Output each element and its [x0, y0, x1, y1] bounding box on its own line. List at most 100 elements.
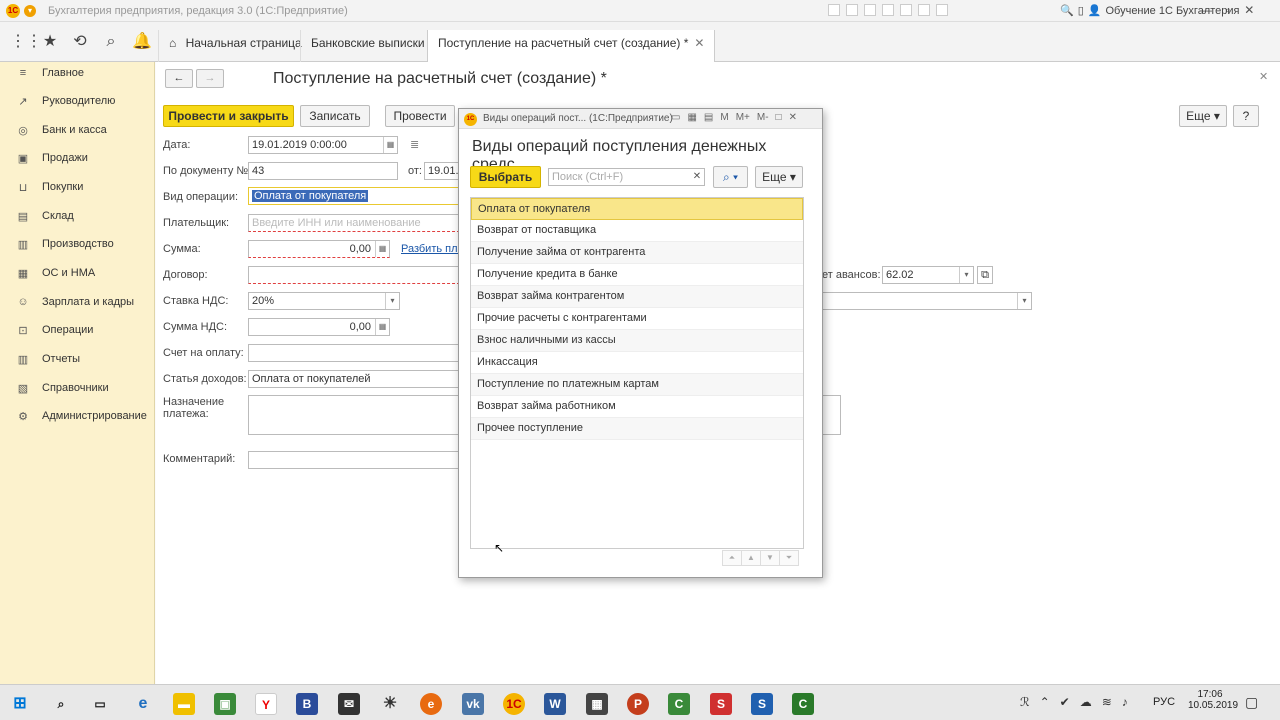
sidebar-item-assets[interactable]: ▦ ОС и НМА [0, 262, 155, 284]
volume-icon[interactable]: ♪ [1122, 695, 1128, 709]
save-icon[interactable] [882, 4, 894, 16]
panel-icon[interactable]: ▯ [1078, 4, 1084, 17]
sidebar-item-main[interactable]: ≡ Главное [0, 62, 155, 84]
invoice-field[interactable] [248, 344, 460, 362]
open-icon[interactable]: ⧉ [977, 266, 993, 284]
select-button[interactable]: Выбрать [470, 166, 541, 188]
chevron-up-icon[interactable]: ⌃ [1040, 695, 1050, 709]
main-menu-icon[interactable]: ▾ [24, 5, 36, 17]
b-app-icon[interactable]: B [296, 693, 318, 715]
sidebar-item-operations[interactable]: ⊡ Операции [0, 319, 155, 341]
notifications-icon[interactable]: ▢ [1245, 694, 1258, 711]
m-plus-icon[interactable]: M+ [736, 112, 750, 123]
calculator-icon[interactable]: ▦ [586, 693, 608, 715]
edge-icon[interactable]: e [132, 693, 154, 715]
red-s-icon[interactable]: S [710, 693, 732, 715]
down-icon[interactable]: ▼ [760, 550, 780, 566]
optype-field[interactable]: Оплата от покупателя [248, 187, 460, 205]
list-item[interactable]: Получение займа от контрагента [471, 242, 803, 264]
sum-field[interactable]: 0,00 ▦ [248, 240, 390, 258]
calendar-icon[interactable]: ▤ [704, 112, 713, 123]
contract-field[interactable] [248, 266, 460, 284]
first-icon[interactable]: ⏶ [722, 550, 742, 566]
sidebar-item-bank[interactable]: ◎ Банк и касса [0, 119, 155, 141]
bell-icon[interactable]: 🔔 [132, 32, 152, 52]
tab-home[interactable]: ⌂ Начальная страница [158, 30, 312, 62]
chevron-down-icon[interactable]: ▾ [959, 267, 973, 283]
1c-icon[interactable]: 1С [503, 693, 525, 715]
advances-account-field[interactable]: 62.02 ▾ [882, 266, 974, 284]
sidebar-item-production[interactable]: ▥ Производство [0, 233, 155, 255]
green-app-icon[interactable]: C [668, 693, 690, 715]
list-item[interactable]: Прочие расчеты с контрагентами [471, 308, 803, 330]
store-icon[interactable]: ▣ [214, 693, 236, 715]
comment-field[interactable] [248, 451, 460, 469]
list-item[interactable]: Возврат от поставщика [471, 220, 803, 242]
vat-rate-field[interactable]: 20% ▾ [248, 292, 400, 310]
close-icon[interactable]: ✕ [1244, 3, 1254, 17]
close-icon[interactable]: ✕ [694, 36, 704, 50]
clock[interactable]: 17:06 10.05.2019 [1188, 689, 1238, 711]
m-minus-icon[interactable]: M- [757, 112, 769, 123]
help-button[interactable]: ? [1233, 105, 1259, 127]
list-item[interactable]: Поступление по платежным картам [471, 374, 803, 396]
calculator-icon[interactable]: ▦ [375, 319, 389, 335]
minimize-icon[interactable]: — [1200, 3, 1212, 17]
search-icon[interactable]: ⌕ [101, 32, 121, 52]
search-input[interactable]: Поиск (Ctrl+F) ✕ [548, 168, 705, 186]
list-icon[interactable]: ≣ [410, 138, 419, 151]
date-field[interactable]: 19.01.2019 0:00:00 ▦ [248, 136, 398, 154]
more-button[interactable]: Еще ▾ [755, 166, 803, 188]
docnum-field[interactable]: 43 [248, 162, 398, 180]
from-date-field[interactable]: 19.01. [424, 162, 460, 180]
close-icon[interactable]: ✕ [789, 112, 797, 123]
chevron-down-icon[interactable]: ▾ [1017, 293, 1031, 309]
explorer-icon[interactable]: ▬ [173, 693, 195, 715]
post-button[interactable]: Провести [385, 105, 455, 127]
list-item[interactable]: Получение кредита в банке [471, 264, 803, 286]
maximize-icon[interactable]: ▫ [1226, 3, 1230, 17]
link-icon[interactable] [864, 4, 876, 16]
sidebar-item-admin[interactable]: ⚙ Администрирование [0, 405, 155, 427]
print-icon[interactable]: ▭ [671, 112, 680, 123]
mail-icon[interactable]: ✉ [338, 693, 360, 715]
calculator-icon[interactable]: ▦ [375, 241, 389, 257]
vat-sum-field[interactable]: 0,00 ▦ [248, 318, 390, 336]
clear-icon[interactable]: ✕ [690, 169, 704, 185]
word-icon[interactable]: W [544, 693, 566, 715]
post-and-close-button[interactable]: Провести и закрыть [163, 105, 294, 127]
language-indicator[interactable]: РУС [1153, 696, 1175, 708]
save-button[interactable]: Записать [300, 105, 370, 127]
doc-icon[interactable] [828, 4, 840, 16]
list-item[interactable]: Взнос наличными из кассы [471, 330, 803, 352]
browser-icon[interactable]: e [420, 693, 442, 715]
list-item[interactable]: Возврат займа контрагентом [471, 286, 803, 308]
calc-icon[interactable] [900, 4, 912, 16]
payer-field[interactable]: Введите ИНН или наименование [248, 214, 460, 232]
sidebar-item-sales[interactable]: ▣ Продажи [0, 147, 155, 169]
income-field[interactable]: Оплата от покупателей [248, 370, 460, 388]
camtasia-icon[interactable]: C [792, 693, 814, 715]
vk-icon[interactable]: vk [462, 693, 484, 715]
maximize-icon[interactable]: □ [776, 112, 782, 123]
yandex-icon[interactable]: Y [255, 693, 277, 715]
sidebar-item-reports[interactable]: ▥ Отчеты [0, 348, 155, 370]
m-icon[interactable]: M [720, 112, 728, 123]
wifi-icon[interactable]: ≋ [1102, 695, 1112, 709]
calendar-icon[interactable] [918, 4, 930, 16]
list-item[interactable]: Оплата от покупателя [471, 198, 803, 220]
blue-s-icon[interactable]: S [751, 693, 773, 715]
person-icon[interactable]: ℛ [1020, 695, 1030, 709]
print-icon[interactable] [846, 4, 858, 16]
history-icon[interactable]: ⟲ [70, 32, 90, 52]
sidebar-item-purchases[interactable]: ⊔ Покупки [0, 176, 155, 198]
up-icon[interactable]: ▲ [741, 550, 761, 566]
search-icon[interactable]: 🔍 [1060, 4, 1074, 17]
list-item[interactable]: Прочее поступление [471, 418, 803, 440]
apps-grid-icon[interactable]: ⋮⋮ [10, 32, 42, 52]
more-button[interactable]: Еще ▾ [1179, 105, 1227, 127]
list-item[interactable]: Инкассация [471, 352, 803, 374]
chevron-down-icon[interactable]: ▾ [385, 293, 399, 309]
weather-icon[interactable]: ☀ [379, 693, 401, 715]
tab-receipt[interactable]: Поступление на расчетный счет (создание)… [427, 30, 716, 62]
